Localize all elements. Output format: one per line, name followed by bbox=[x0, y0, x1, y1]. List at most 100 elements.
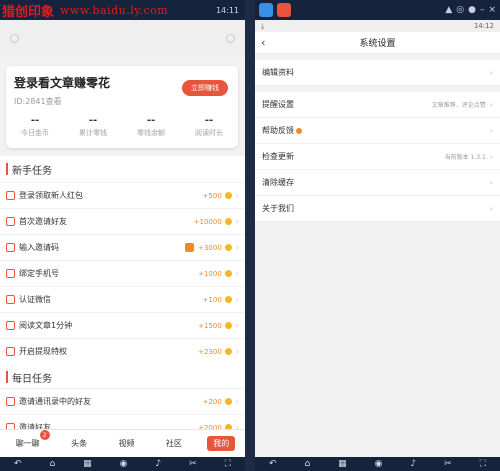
settings-circle-icon[interactable] bbox=[226, 33, 235, 43]
status-time: 14:12 bbox=[473, 22, 494, 30]
section-title: 每日任务 bbox=[12, 373, 52, 385]
keyboard-icon[interactable]: ▦ bbox=[83, 459, 92, 469]
stat-readtime: -- 阅读时长 bbox=[180, 115, 238, 138]
settings-about[interactable]: 关于我们 › bbox=[255, 196, 500, 222]
task-reward: +1000 bbox=[198, 269, 222, 278]
home-icon[interactable]: ⌂ bbox=[304, 459, 310, 469]
row-label: 提醒设置 bbox=[262, 100, 294, 109]
back-arrow-icon[interactable]: ↶ bbox=[269, 459, 277, 469]
task-row[interactable]: 绑定手机号 +1000 › bbox=[0, 260, 245, 286]
tab-mine[interactable]: 我的 bbox=[207, 436, 236, 451]
status-bar: ⤓ 14:12 bbox=[255, 20, 500, 32]
coin-icon bbox=[224, 218, 232, 225]
coin-icon bbox=[224, 270, 232, 277]
fullscreen-icon[interactable]: ⛶ bbox=[480, 459, 486, 469]
close-icon[interactable]: × bbox=[488, 5, 496, 15]
stat-balance: -- 零钱余额 bbox=[122, 115, 180, 138]
task-reward: +100 bbox=[202, 295, 222, 304]
coin-icon bbox=[224, 348, 232, 355]
task-reward: +3000 bbox=[198, 243, 222, 252]
chevron-right-icon: › bbox=[489, 178, 493, 187]
row-label: 编辑资料 bbox=[262, 68, 294, 77]
tab-chat[interactable]: 聊一聊 2 bbox=[10, 430, 50, 451]
row-label: 帮助反馈 bbox=[262, 126, 294, 135]
task-reward: +500 bbox=[202, 191, 222, 200]
volume-icon[interactable]: ♪ bbox=[155, 459, 161, 469]
shirt-icon[interactable]: ▲ bbox=[445, 5, 452, 15]
eye-icon[interactable]: ◉ bbox=[120, 459, 128, 469]
system-nav-bar: ↶ ⌂ ▦ ◉ ♪ ✂ ⛶ bbox=[0, 457, 245, 471]
settings-reminder[interactable]: 提醒设置 文章推荐、评论点赞 › bbox=[255, 92, 500, 118]
top-strip bbox=[0, 20, 245, 56]
section-bar bbox=[6, 371, 8, 383]
scissors-icon[interactable]: ✂ bbox=[189, 459, 197, 469]
stat-value: -- bbox=[88, 115, 98, 126]
back-circle-icon[interactable] bbox=[10, 33, 19, 43]
task-label: 登录领取新人红包 bbox=[19, 191, 83, 200]
task-row[interactable]: 阅读文章1分钟 +1500 › bbox=[0, 312, 245, 338]
tab-video[interactable]: 视频 bbox=[112, 436, 140, 451]
task-row[interactable]: 邀请通讯录中的好友 +200 › bbox=[0, 388, 245, 414]
chevron-right-icon: › bbox=[489, 126, 493, 135]
task-row[interactable]: 开启提现特权 +2300 › bbox=[0, 338, 245, 364]
watermark: 猎创印象 www.baidu.ly.com bbox=[0, 0, 168, 20]
task-row[interactable]: 登录领取新人红包 +500 › bbox=[0, 182, 245, 208]
download-icon: ⤓ bbox=[261, 21, 265, 30]
left-phone: 猎创印象 www.baidu.ly.com 14:11 登录看文章赚零花 ID:… bbox=[0, 0, 245, 471]
settings-check-update[interactable]: 检查更新 当前版本 1.3.1 › bbox=[255, 144, 500, 170]
tab-label: 视频 bbox=[118, 439, 135, 448]
settings-clear-cache[interactable]: 清除缓存 › bbox=[255, 170, 500, 196]
gamepad-icon[interactable]: ◎ bbox=[456, 5, 464, 15]
row-value: 当前版本 1.3.1 bbox=[444, 154, 486, 161]
stat-value: -- bbox=[146, 115, 156, 126]
stat-coins: -- 今日金币 bbox=[6, 115, 64, 138]
task-icon bbox=[6, 295, 15, 304]
task-row[interactable]: 首次邀请好友 +10000 › bbox=[0, 208, 245, 234]
coin-icon bbox=[224, 398, 232, 405]
user-icon[interactable]: ● bbox=[468, 5, 476, 15]
settings-edit-profile[interactable]: 编辑资料 › bbox=[255, 60, 500, 86]
section-daily: 每日任务 bbox=[0, 364, 245, 390]
tag-icon bbox=[185, 243, 195, 252]
settings-header: ‹ 系统设置 bbox=[255, 32, 500, 54]
earn-button[interactable]: 立即赚钱 bbox=[182, 80, 228, 96]
task-icon bbox=[6, 217, 15, 226]
coin-icon bbox=[224, 192, 232, 199]
back-arrow-icon[interactable]: ↶ bbox=[14, 459, 22, 469]
eye-icon[interactable]: ◉ bbox=[375, 459, 383, 469]
chevron-right-icon: › bbox=[489, 152, 493, 161]
back-chevron-icon[interactable]: ‹ bbox=[261, 36, 265, 49]
chevron-right-icon: › bbox=[235, 397, 239, 406]
tab-headlines[interactable]: 头条 bbox=[65, 436, 93, 451]
task-row[interactable]: 认证微信 +100 › bbox=[0, 286, 245, 312]
chevron-right-icon: › bbox=[235, 295, 239, 304]
tab-label: 头条 bbox=[71, 439, 88, 448]
scissors-icon[interactable]: ✂ bbox=[444, 459, 452, 469]
fullscreen-icon[interactable]: ⛶ bbox=[225, 459, 231, 469]
row-label: 关于我们 bbox=[262, 204, 294, 213]
task-label: 邀请通讯录中的好友 bbox=[19, 397, 91, 406]
coin-icon bbox=[224, 296, 232, 303]
home-icon[interactable]: ⌂ bbox=[49, 459, 55, 469]
chevron-right-icon: › bbox=[235, 321, 239, 330]
task-icon bbox=[6, 243, 15, 252]
settings-help-feedback[interactable]: 帮助反馈 › bbox=[255, 118, 500, 144]
stat-label: 今日金币 bbox=[21, 129, 49, 137]
app-icon-red[interactable] bbox=[277, 3, 291, 17]
app-icon-blue[interactable] bbox=[259, 3, 273, 17]
chevron-right-icon: › bbox=[489, 68, 493, 77]
right-phone: ▲ ◎ ● – × ⤓ 14:12 ‹ 系统设置 编辑资料 › 提醒设置 文章推… bbox=[255, 0, 500, 471]
task-row[interactable]: 输入邀请码 +3000 › bbox=[0, 234, 245, 260]
minimize-icon[interactable]: – bbox=[480, 5, 485, 15]
tab-label: 我的 bbox=[213, 439, 230, 448]
volume-icon[interactable]: ♪ bbox=[410, 459, 416, 469]
bottom-tab-bar: 聊一聊 2 头条 视频 社区 我的 bbox=[0, 429, 245, 457]
task-reward: +1500 bbox=[198, 321, 222, 330]
task-label: 绑定手机号 bbox=[19, 269, 59, 278]
stat-label: 零钱余额 bbox=[137, 129, 165, 137]
chevron-right-icon: › bbox=[235, 217, 239, 226]
tab-community[interactable]: 社区 bbox=[160, 436, 188, 451]
keyboard-icon[interactable]: ▦ bbox=[338, 459, 347, 469]
stat-value: -- bbox=[30, 115, 40, 126]
tab-label: 社区 bbox=[165, 439, 182, 448]
